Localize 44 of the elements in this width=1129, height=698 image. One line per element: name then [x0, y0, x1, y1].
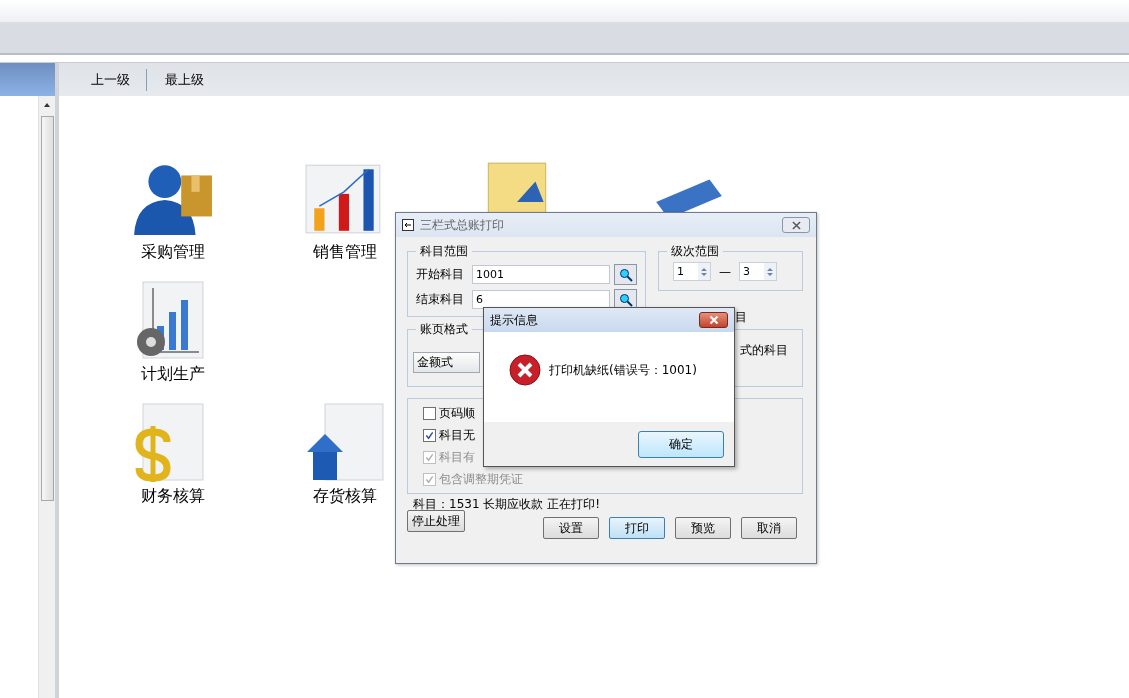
number-spinner[interactable]: 3 [739, 262, 777, 281]
dialog-button[interactable]: 预览 [675, 517, 731, 539]
checkbox[interactable] [423, 406, 436, 420]
close-button[interactable] [699, 312, 728, 328]
close-button[interactable] [782, 217, 810, 233]
module-label[interactable]: 财务核算 [141, 486, 205, 506]
option-label: 式的科目 [740, 342, 788, 359]
window-icon [402, 219, 414, 231]
stop-button[interactable]: 停止处理 [407, 510, 465, 532]
module-label[interactable]: 销售管理 [313, 242, 377, 262]
checkbox[interactable] [423, 428, 436, 442]
checkbox-label: 科目无 [439, 426, 475, 444]
scrollbar[interactable] [38, 96, 55, 698]
checkbox-label: 科目有 [439, 448, 475, 466]
checkbox-label: 页码顺 [439, 404, 475, 422]
group-title: 科目范围 [419, 243, 469, 260]
nav-button[interactable]: 上一级 [89, 70, 146, 89]
ok-button[interactable]: 确定 [638, 430, 724, 458]
nav-button[interactable]: 最上级 [163, 70, 220, 89]
input-field[interactable]: 6 [472, 290, 610, 309]
format-dropdown[interactable]: 金额式 [413, 352, 480, 373]
status-text: 科目：1531 长期应收款 正在打印! [413, 496, 601, 512]
field-label: 开始科目 [416, 266, 465, 283]
dialog-button[interactable]: 打印 [609, 517, 665, 539]
group-title: 账页格式 [419, 321, 469, 338]
module-label[interactable]: 计划生产 [141, 364, 205, 384]
module-label[interactable]: 存货核算 [313, 486, 377, 506]
option-label: 目 [735, 309, 747, 326]
message-text: 打印机缺纸(错误号：1001) [549, 361, 697, 379]
field-label: 结束科目 [416, 291, 465, 308]
dialog-button[interactable]: 设置 [543, 517, 599, 539]
checkbox-label: 包含调整期凭证 [439, 470, 523, 488]
range-separator: — [719, 264, 731, 279]
dialog-button[interactable]: 取消 [741, 517, 797, 539]
dialog-title: 三栏式总账打印 [420, 216, 505, 234]
sidebar-header [0, 63, 55, 96]
input-field[interactable]: 1001 [472, 265, 610, 284]
group-title: 级次范围 [670, 243, 720, 260]
module-label[interactable]: 采购管理 [141, 242, 205, 262]
scrollbar-thumb[interactable] [40, 116, 54, 501]
error-icon [509, 354, 541, 386]
dialog-title: 提示信息 [490, 311, 539, 329]
number-spinner[interactable]: 1 [673, 262, 711, 281]
close-icon[interactable] [791, 220, 801, 230]
